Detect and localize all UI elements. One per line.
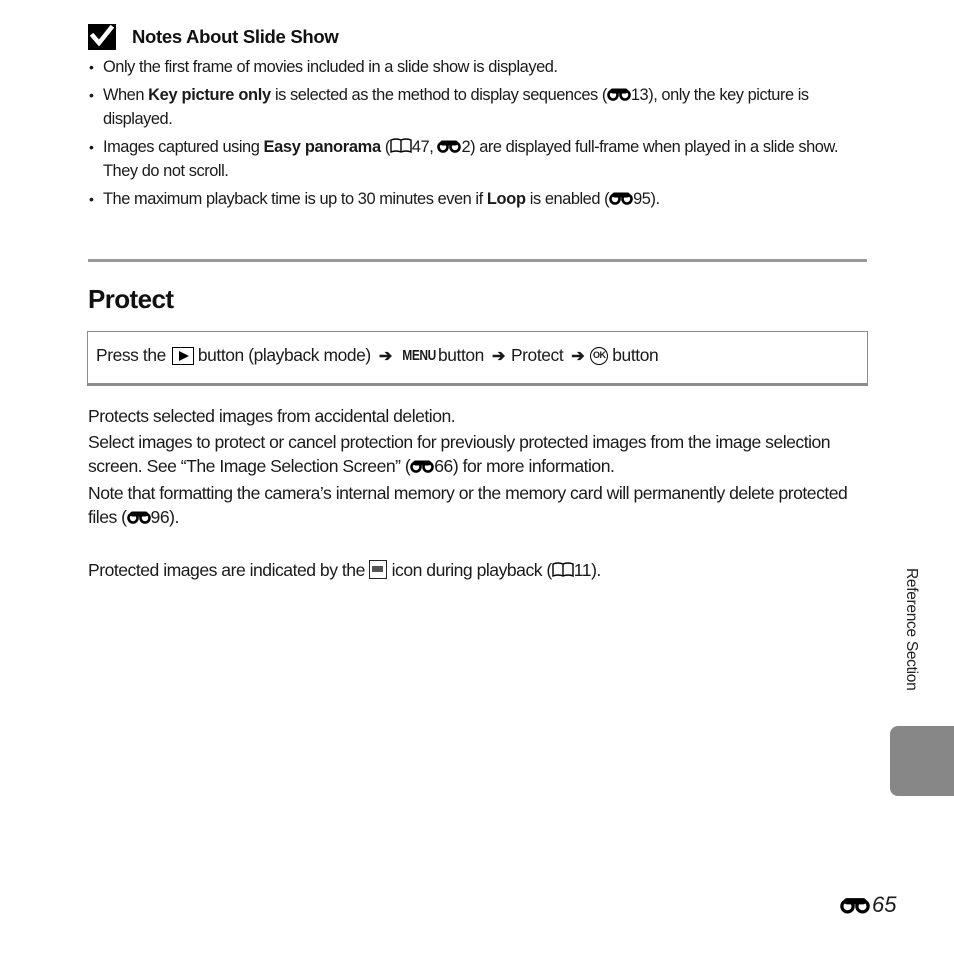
procedure-text-protect: Protect bbox=[510, 345, 564, 365]
note-text: Images captured using bbox=[103, 138, 264, 156]
bullet-icon: • bbox=[89, 191, 94, 207]
reference-section-icon bbox=[609, 188, 633, 205]
section-side-label: Reference Section bbox=[903, 568, 920, 691]
playback-button-icon bbox=[171, 346, 194, 365]
section-title: Protect bbox=[88, 284, 174, 314]
note-text: When bbox=[103, 86, 149, 104]
notes-title: Notes About Slide Show bbox=[132, 26, 339, 47]
note-item: • Images captured using Easy panorama (47… bbox=[88, 135, 858, 183]
page-number: 65 bbox=[840, 892, 896, 918]
note-text: ( bbox=[380, 138, 390, 156]
reference-section-icon bbox=[607, 84, 631, 101]
reference-link[interactable]: 11 bbox=[574, 560, 592, 580]
procedure-text-button: button bbox=[438, 345, 484, 365]
arrow-icon: ➔ bbox=[491, 347, 505, 365]
reference-link[interactable]: 95 bbox=[633, 190, 651, 208]
book-icon bbox=[552, 560, 574, 578]
reference-section-icon bbox=[126, 506, 151, 524]
paragraph-text: Note that formatting the camera’s intern… bbox=[88, 483, 848, 527]
protect-key-icon bbox=[369, 560, 388, 579]
setting-name: Easy panorama bbox=[263, 138, 381, 156]
paragraph-text: Protected images are indicated by the bbox=[88, 560, 370, 580]
note-text: The maximum playback time is up to 30 mi… bbox=[103, 190, 487, 208]
reference-section-icon bbox=[437, 136, 462, 153]
page-number-value: 65 bbox=[872, 892, 897, 917]
paragraph-select: Select images to protect or cancel prote… bbox=[88, 430, 878, 478]
notes-list: • Only the first frame of movies included… bbox=[88, 55, 858, 215]
checkmark-icon bbox=[88, 24, 116, 50]
procedure-line: Press the button (playback mode) ➔ MENU … bbox=[96, 345, 662, 366]
setting-name: Key picture only bbox=[148, 86, 271, 104]
menu-button-label: MENU bbox=[402, 347, 436, 364]
book-icon bbox=[390, 137, 412, 154]
note-item: • The maximum playback time is up to 30 m… bbox=[88, 187, 858, 211]
note-text: , bbox=[429, 138, 438, 156]
section-divider bbox=[88, 259, 867, 262]
bullet-icon: • bbox=[89, 87, 94, 103]
reference-section-icon bbox=[840, 896, 870, 914]
paragraph-text: ). bbox=[591, 560, 601, 580]
procedure-text-button: button bbox=[612, 345, 659, 365]
bullet-icon: • bbox=[89, 139, 94, 155]
procedure-text-playback: button (playback mode) bbox=[197, 345, 371, 365]
reference-section-icon bbox=[410, 455, 435, 473]
paragraph-text: icon during playback ( bbox=[387, 560, 553, 580]
paragraph-text: Protects selected images from accidental… bbox=[88, 406, 456, 426]
paragraph-icon-note: Protected images are indicated by the ic… bbox=[88, 558, 878, 582]
note-item: • Only the first frame of movies included… bbox=[88, 55, 858, 79]
note-text: ). bbox=[650, 190, 660, 208]
notes-header: Notes About Slide Show bbox=[88, 24, 339, 50]
note-text: is selected as the method to display seq… bbox=[270, 86, 607, 104]
note-text: Only the first frame of movies included … bbox=[103, 58, 558, 76]
ok-button-icon: OK bbox=[590, 346, 609, 365]
reference-link[interactable]: 13 bbox=[631, 86, 649, 104]
section-tab[interactable] bbox=[890, 726, 954, 796]
paragraph-format-note: Note that formatting the camera’s intern… bbox=[88, 481, 878, 529]
reference-link[interactable]: 2 bbox=[461, 138, 470, 156]
procedure-box: Press the button (playback mode) ➔ MENU … bbox=[87, 331, 868, 386]
reference-link[interactable]: 47 bbox=[412, 138, 430, 156]
reference-link[interactable]: 66 bbox=[434, 456, 453, 476]
paragraph-text: ) for more information. bbox=[452, 456, 615, 476]
paragraph-intro: Protects selected images from accidental… bbox=[88, 404, 878, 428]
procedure-text-press: Press the bbox=[96, 345, 166, 365]
bullet-icon: • bbox=[89, 59, 94, 75]
paragraph-text: ). bbox=[169, 507, 179, 527]
note-text: is enabled ( bbox=[525, 190, 610, 208]
reference-link[interactable]: 96 bbox=[151, 507, 170, 527]
setting-name: Loop bbox=[486, 190, 526, 208]
note-item: • When Key picture only is selected as th… bbox=[88, 83, 858, 131]
arrow-icon: ➔ bbox=[571, 347, 585, 365]
arrow-icon: ➔ bbox=[378, 347, 392, 365]
